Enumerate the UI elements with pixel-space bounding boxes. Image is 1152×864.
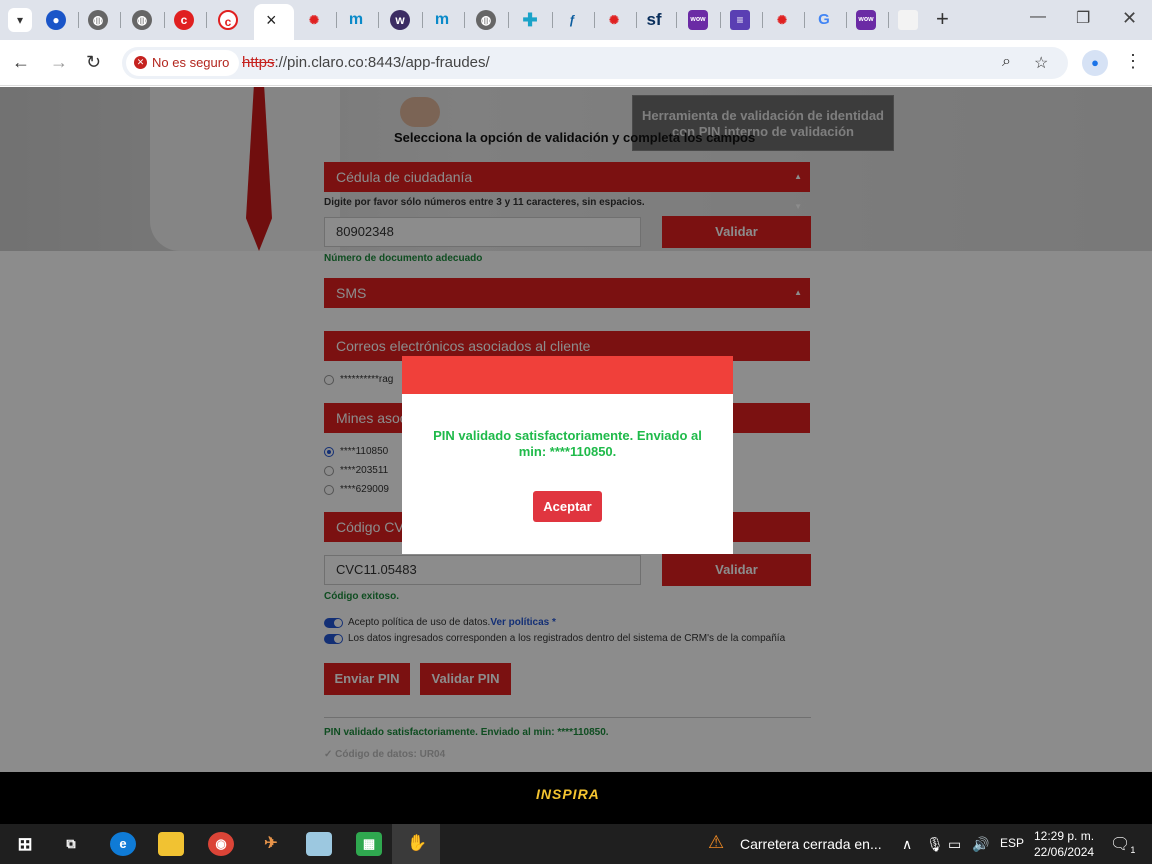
tab-spark-icon[interactable]: ✺ (772, 10, 792, 30)
profile-avatar-icon[interactable]: ● (1082, 50, 1108, 76)
close-window-icon[interactable]: ✕ (1122, 8, 1137, 29)
microphone-icon[interactable]: 🎙 (926, 836, 944, 853)
tab-divider (552, 12, 553, 28)
active-tab[interactable]: × (254, 4, 294, 40)
tab-divider (762, 12, 763, 28)
tab-divider (888, 12, 889, 28)
tab-blank-icon[interactable] (898, 10, 918, 30)
address-bar[interactable]: ✕ No es seguro https://pin.claro.co:8443… (122, 47, 1068, 79)
url-path: ://pin.claro.co:8443/app-fraudes/ (274, 54, 490, 71)
back-icon[interactable]: ← (12, 52, 30, 73)
tab-divider (594, 12, 595, 28)
accept-button[interactable]: Aceptar (533, 491, 602, 522)
windows-start-icon[interactable]: ⊞ (12, 832, 38, 856)
new-tab-button[interactable]: + (936, 6, 949, 32)
notifications-icon[interactable]: 🗨1 (1110, 834, 1135, 855)
tab-m-logo-icon[interactable]: m (346, 10, 366, 30)
tab-divider (720, 12, 721, 28)
edge-icon[interactable]: e (110, 832, 136, 856)
app-rocket-icon[interactable]: ✈ (258, 832, 284, 856)
tab-divider (508, 12, 509, 28)
task-view-icon[interactable]: ⧉ (58, 832, 84, 856)
clock[interactable]: 12:29 p. m. 22/06/2024 (1034, 828, 1094, 860)
confirmation-dialog: PIN validado satisfactoriamente. Enviado… (402, 356, 733, 554)
tab-sf-logo-icon[interactable]: sf (644, 10, 664, 30)
security-label: No es seguro (152, 55, 230, 70)
tab-divider (422, 12, 423, 28)
tab-divider (636, 12, 637, 28)
not-secure-icon: ✕ (134, 56, 147, 69)
tab-wow-logo-icon[interactable]: wow (688, 10, 708, 30)
close-tab-icon[interactable]: × (266, 10, 277, 31)
tab-divider (120, 12, 121, 28)
file-explorer-icon[interactable] (158, 832, 184, 856)
tab-c-logo-icon[interactable]: c (218, 10, 238, 30)
language-indicator[interactable]: ESP (1000, 836, 1024, 850)
tab-globe-icon[interactable]: ◍ (476, 10, 496, 30)
tab-divider (336, 12, 337, 28)
tab-divider (846, 12, 847, 28)
reload-icon[interactable]: ↻ (86, 52, 101, 73)
clock-date: 22/06/2024 (1034, 845, 1095, 859)
tab-globe-icon[interactable]: ◍ (132, 10, 152, 30)
tray-chevron-icon[interactable]: ∧ (902, 836, 912, 853)
tab-claro-icon[interactable]: c (174, 10, 194, 30)
tab-plus-logo-icon[interactable]: ✚ (520, 10, 540, 30)
security-chip[interactable]: ✕ No es seguro (126, 50, 240, 76)
chrome-icon[interactable]: ◉ (208, 832, 234, 856)
tab-m-logo-icon[interactable]: m (432, 10, 452, 30)
tab-divider (378, 12, 379, 28)
tab-notes-icon[interactable]: ≡ (730, 10, 750, 30)
tab-w-logo-icon[interactable]: w (390, 10, 410, 30)
tab-search-chevron-icon[interactable]: ▾ (8, 8, 32, 32)
app-pointer-icon[interactable]: ✋ (404, 832, 430, 856)
dialog-header (402, 356, 733, 394)
tab-wow-logo-icon[interactable]: wow (856, 10, 876, 30)
tab-divider (464, 12, 465, 28)
tab-f-logo-icon[interactable]: ƒ (562, 10, 582, 30)
tab-divider (206, 12, 207, 28)
url-protocol: https (242, 54, 275, 71)
minimize-icon[interactable]: — (1030, 8, 1046, 26)
news-warning-icon: ⚠ (708, 832, 725, 852)
tab-divider (164, 12, 165, 28)
menu-kebab-icon[interactable]: ⋮ (1124, 51, 1142, 72)
network-icon[interactable]: ▭ (948, 836, 961, 853)
notification-count: 1 (1130, 845, 1136, 856)
app-notes-icon[interactable] (306, 832, 332, 856)
tab-spark-icon[interactable]: ✺ (304, 10, 324, 30)
toolbar: ← → ↻ ✕ No es seguro https://pin.claro.c… (0, 40, 1152, 86)
page-footer: INSPIRA (0, 772, 1152, 824)
zoom-icon[interactable]: ⌕ (1002, 53, 1011, 71)
tab-globe-icon[interactable]: ● (46, 10, 66, 30)
url-text[interactable]: https://pin.claro.co:8443/app-fraudes/ (242, 54, 490, 71)
bookmark-star-icon[interactable]: ☆ (1034, 53, 1048, 73)
tab-divider (804, 12, 805, 28)
dialog-message: PIN validado satisfactoriamente. Enviado… (433, 428, 702, 459)
tab-spark-icon[interactable]: ✺ (604, 10, 624, 30)
restore-icon[interactable]: ❐ (1076, 8, 1090, 28)
tab-divider (676, 12, 677, 28)
inspira-logo: INSPIRA (536, 786, 600, 802)
volume-icon[interactable]: 🔊 (972, 836, 989, 853)
tab-globe-icon[interactable]: ◍ (88, 10, 108, 30)
news-widget[interactable]: Carretera cerrada en... (740, 836, 882, 852)
tab-divider (78, 12, 79, 28)
forward-icon[interactable]: → (50, 52, 68, 73)
windows-taskbar: ⊞ ⧉ e ◉ ✈ ▦ ✋ ⚠ Carretera cerrada en... … (0, 824, 1152, 864)
clock-time: 12:29 p. m. (1034, 829, 1095, 843)
tab-strip: ▾ ● ◍ ◍ c c × ✺ m w m ◍ ✚ ƒ ✺ sf wow ≡ ✺… (0, 0, 1152, 40)
tab-google-icon[interactable]: G (814, 10, 834, 30)
app-green-icon[interactable]: ▦ (356, 832, 382, 856)
